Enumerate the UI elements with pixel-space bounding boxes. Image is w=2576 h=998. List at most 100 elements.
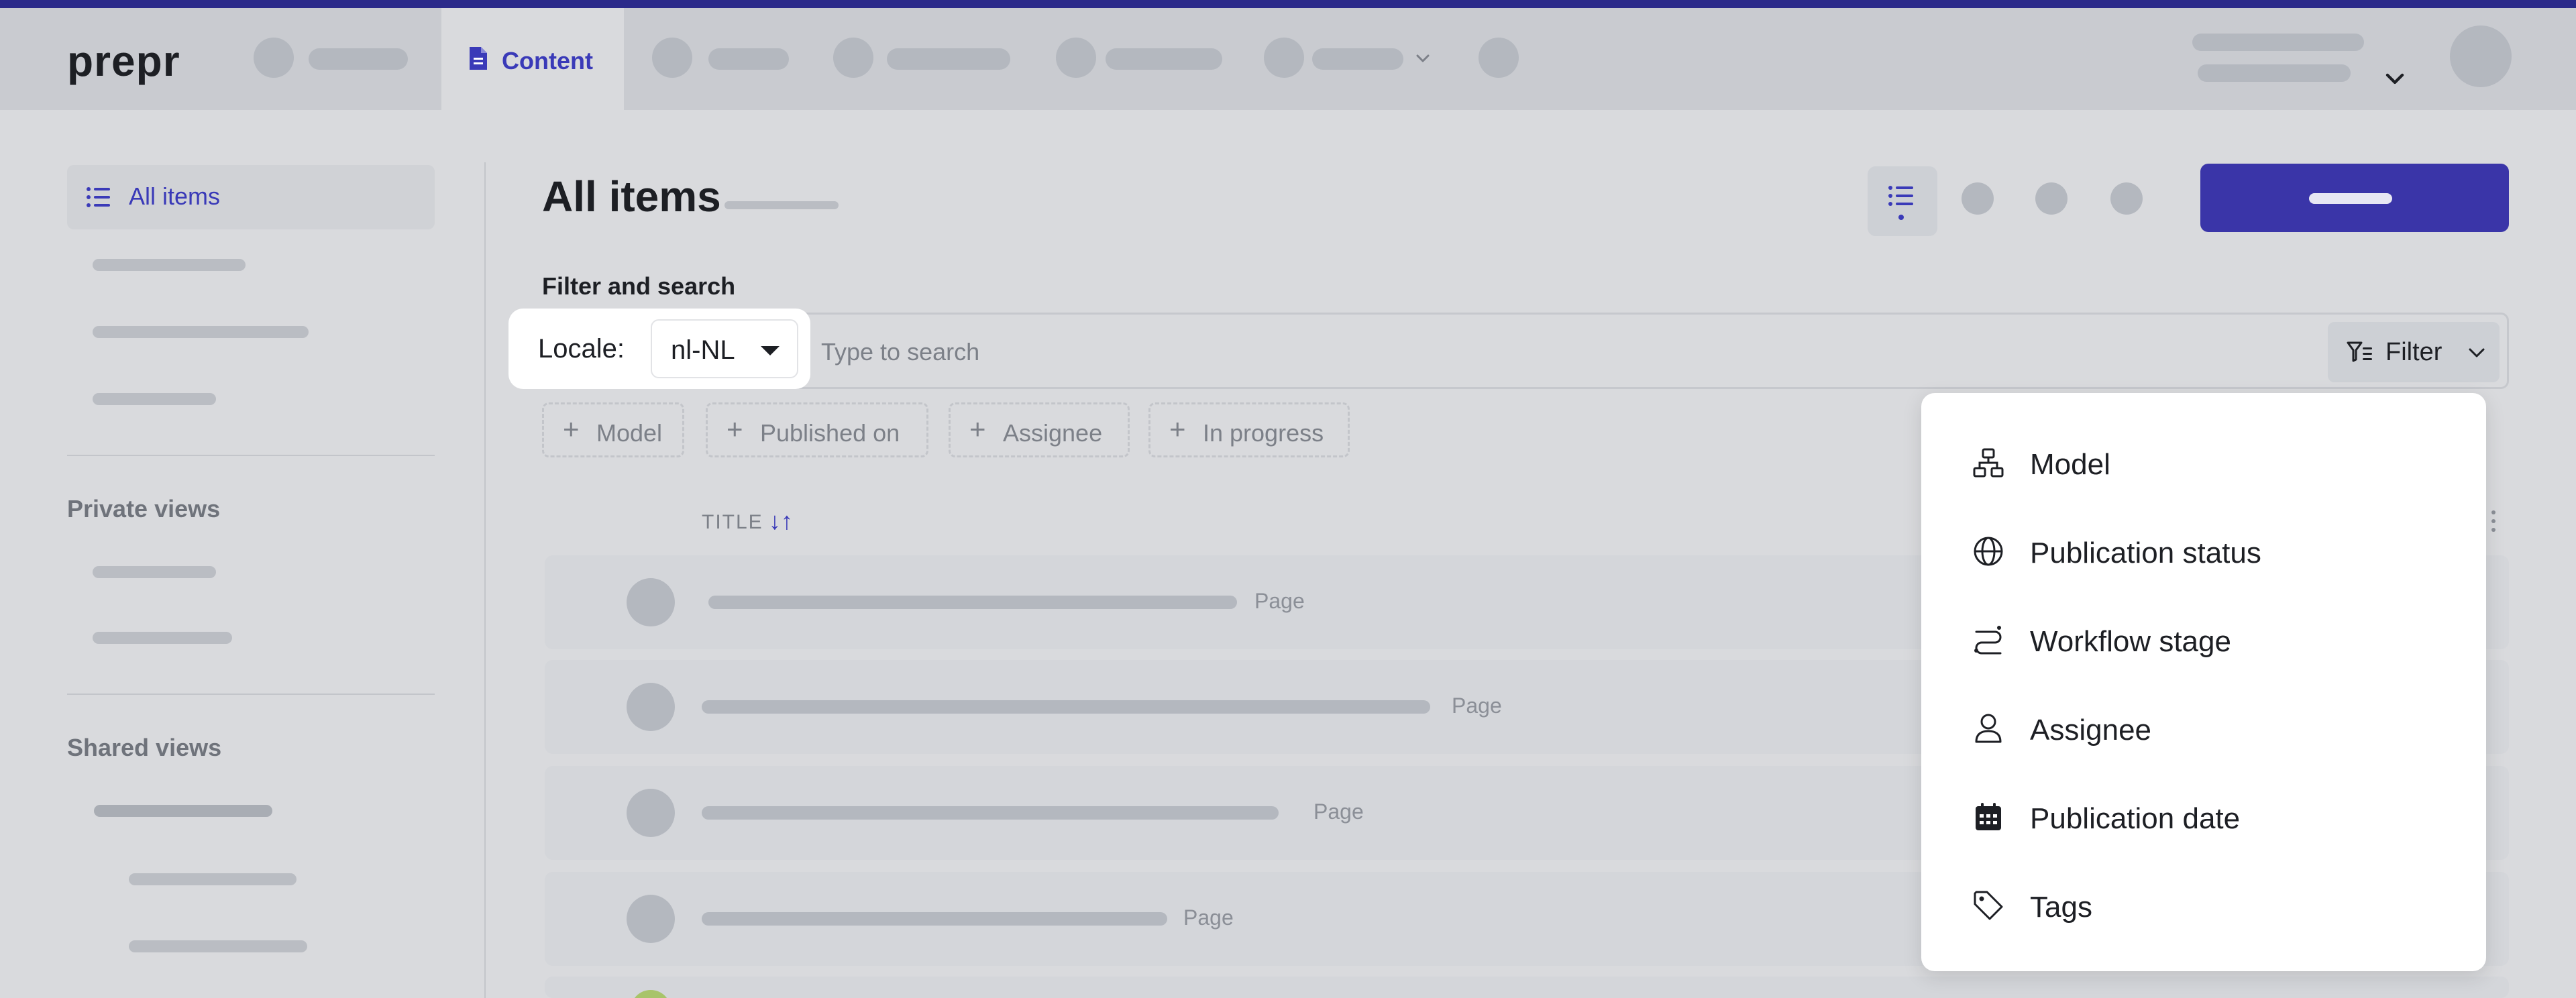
- page-title: All items: [542, 172, 721, 221]
- row-type: Page: [1452, 694, 1502, 718]
- nav-item-icon-placeholder[interactable]: [652, 38, 692, 78]
- view-toggle-placeholder[interactable]: [2035, 182, 2068, 215]
- nav-item-label-placeholder[interactable]: [1106, 48, 1222, 70]
- add-item-button[interactable]: [2200, 164, 2509, 232]
- user-org-placeholder: [2198, 64, 2351, 82]
- top-accent-line: [0, 0, 2576, 8]
- sidebar-item-placeholder[interactable]: [93, 632, 232, 644]
- plus-icon: +: [969, 413, 986, 445]
- sidebar-item-placeholder[interactable]: [93, 393, 216, 405]
- document-icon: [470, 47, 487, 70]
- nav-item-label-placeholder[interactable]: [309, 48, 408, 70]
- add-model-filter-chip[interactable]: + Model: [542, 402, 684, 457]
- list-icon: [1888, 186, 1913, 220]
- nav-item-label-placeholder[interactable]: [1312, 48, 1403, 70]
- sidebar-item-placeholder[interactable]: [129, 873, 297, 885]
- locale-select[interactable]: nl-NL: [651, 319, 798, 378]
- sidebar-item-placeholder[interactable]: [93, 566, 216, 578]
- column-header-title[interactable]: TITLE: [702, 511, 763, 534]
- filter-button-label: Filter: [2385, 338, 2443, 366]
- private-views-heading: Private views: [67, 495, 221, 522]
- menu-item-label: Model: [2030, 448, 2110, 481]
- shared-views-heading: Shared views: [67, 734, 222, 761]
- app-logo[interactable]: prepr: [67, 36, 180, 86]
- plus-icon: +: [727, 413, 743, 445]
- globe-icon: [1974, 537, 2003, 566]
- filter-option-assignee[interactable]: Assignee: [1921, 683, 2486, 771]
- filter-option-tags[interactable]: Tags: [1921, 860, 2486, 948]
- tag-icon: [1974, 891, 2003, 920]
- list-icon: [87, 187, 110, 207]
- avatar[interactable]: [2450, 25, 2512, 87]
- view-toggle-placeholder[interactable]: [1962, 182, 1994, 215]
- calendar-icon: [1976, 803, 2001, 830]
- nav-item-icon-placeholder[interactable]: [1264, 38, 1304, 78]
- row-title-placeholder: [708, 596, 1237, 609]
- filter-button[interactable]: Filter: [2328, 322, 2500, 382]
- search-input[interactable]: Type to search: [821, 338, 979, 366]
- plus-icon: +: [1169, 413, 1186, 445]
- row-type: Page: [1254, 589, 1305, 613]
- filter-dropdown-menu: Model Publication status Workflow stage …: [1921, 393, 2486, 971]
- row-title-placeholder: [702, 700, 1430, 714]
- view-toggle-placeholder[interactable]: [2110, 182, 2143, 215]
- tab-content-label: Content: [502, 47, 593, 74]
- nav-item-icon-placeholder[interactable]: [1056, 38, 1096, 78]
- chevron-down-icon: [2469, 348, 2485, 357]
- caret-down-icon: [761, 346, 780, 355]
- locale-label: Locale:: [538, 334, 625, 364]
- add-in-progress-filter-chip[interactable]: + In progress: [1148, 402, 1350, 457]
- chip-label: Published on: [760, 419, 900, 447]
- list-view-toggle[interactable]: [1868, 166, 1937, 236]
- avatar: [627, 895, 675, 943]
- menu-item-label: Workflow stage: [2030, 625, 2231, 658]
- avatar: [627, 683, 675, 731]
- locale-selector-card: Locale: nl-NL: [508, 309, 810, 389]
- nav-item-icon-placeholder[interactable]: [833, 38, 873, 78]
- menu-item-label: Publication status: [2030, 537, 2261, 569]
- filter-option-publication-date[interactable]: Publication date: [1921, 771, 2486, 860]
- sort-icon[interactable]: ↓↑: [769, 507, 793, 535]
- sidebar-item-placeholder[interactable]: [94, 805, 272, 817]
- top-navigation-bar: prepr: [0, 8, 2576, 110]
- filter-option-model[interactable]: Model: [1921, 417, 2486, 506]
- nav-item-label-placeholder[interactable]: [708, 48, 789, 70]
- tab-content[interactable]: Content: [441, 8, 624, 110]
- plus-icon: +: [563, 413, 580, 445]
- item-count-placeholder: [724, 201, 839, 209]
- user-name-placeholder: [2192, 34, 2364, 51]
- nav-item-icon-placeholder[interactable]: [1479, 38, 1519, 78]
- menu-item-label: Tags: [2030, 891, 2092, 924]
- user-icon: [1975, 714, 2002, 743]
- workflow-icon: [1974, 626, 2002, 655]
- filter-option-publication-status[interactable]: Publication status: [1921, 506, 2486, 594]
- sidebar-item-placeholder[interactable]: [93, 259, 246, 271]
- sidebar-item-placeholder[interactable]: [93, 326, 309, 338]
- sidebar-divider: [67, 694, 435, 695]
- row-title-placeholder: [702, 806, 1279, 820]
- sidebar-item-placeholder[interactable]: [129, 940, 307, 952]
- menu-item-label: Assignee: [2030, 714, 2152, 746]
- sidebar-border: [484, 162, 486, 998]
- sidebar-item-label: All items: [129, 182, 221, 210]
- filter-and-search-heading: Filter and search: [542, 272, 736, 300]
- chevron-down-icon[interactable]: [2384, 68, 2406, 90]
- button-label-placeholder: [2309, 193, 2392, 204]
- add-published-on-filter-chip[interactable]: + Published on: [706, 402, 928, 457]
- more-vertical-icon[interactable]: [2491, 510, 2496, 533]
- sidebar-item-all-items[interactable]: All items: [67, 165, 435, 229]
- nav-item-icon-placeholder[interactable]: [254, 38, 294, 78]
- row-type: Page: [1313, 799, 1364, 824]
- chevron-down-icon[interactable]: [1414, 50, 1432, 67]
- add-assignee-filter-chip[interactable]: + Assignee: [949, 402, 1130, 457]
- chip-label: In progress: [1203, 419, 1324, 447]
- table-row[interactable]: [545, 977, 2509, 998]
- row-type: Page: [1183, 905, 1234, 930]
- filter-option-workflow-stage[interactable]: Workflow stage: [1921, 594, 2486, 683]
- row-title-placeholder: [702, 912, 1167, 926]
- avatar: [627, 578, 675, 626]
- avatar: [627, 789, 675, 837]
- sidebar-divider: [67, 455, 435, 456]
- model-icon: [1973, 448, 2004, 478]
- nav-item-label-placeholder[interactable]: [887, 48, 1010, 70]
